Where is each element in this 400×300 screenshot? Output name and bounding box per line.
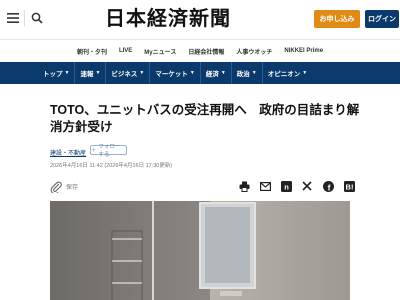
hatena-bookmark-icon[interactable]: B! [343,180,355,192]
print-icon[interactable] [238,180,250,192]
nav-item-market[interactable]: マーケット ▼ [149,62,199,84]
paperclip-icon[interactable] [50,180,62,195]
nav-item-opinion[interactable]: オピニオン ▼ [261,62,312,84]
svg-text:n: n [284,182,289,191]
site-logo[interactable]: 日本経済新聞 [105,6,255,30]
nav-item-label: オピニオン [267,71,301,78]
chevron-down-icon: ▼ [189,70,195,76]
sublink-my-news[interactable]: Myニュース [144,47,176,56]
secondary-links: 朝刊・夕刊 LIVE Myニュース 日経会社情報 人事ウオッチ NIKKEI P… [0,40,400,62]
save-label[interactable]: 保存 [66,182,78,191]
note-icon[interactable]: n [280,180,292,192]
nav-item-politics[interactable]: 政治 ▼ [230,62,262,84]
svg-text:f: f [327,182,330,192]
chevron-down-icon: ▼ [139,70,145,76]
menu-icon[interactable] [4,9,22,27]
follow-button[interactable]: ＋ フォローする [90,144,127,158]
login-button[interactable]: ログイン [365,10,399,28]
plus-icon: ＋ [91,148,97,154]
sublink-company-info[interactable]: 日経会社情報 [188,47,224,56]
nav-item-label: ビジネス [111,71,138,78]
sublink-personnel-watch[interactable]: 人事ウオッチ [236,47,272,56]
nav-item-label: トップ [43,71,63,78]
article-photo [50,201,350,300]
nav-item-business[interactable]: ビジネス ▼ [105,62,149,84]
sublink-nikkei-prime[interactable]: NIKKEI Prime [284,48,323,54]
main-nav: トップ ▼ 速報 ▼ ビジネス ▼ マーケット ▼ 経済 ▼ 政治 ▼ オピニオン ▼ [0,62,400,84]
nav-item-label: 経済 [205,71,219,78]
article-dateline: 2026年4月16日 11:42 (2026年4月16日 17:30更新) [50,163,173,169]
nav-item-breaking[interactable]: 速報 ▼ [74,62,105,84]
chevron-down-icon: ▼ [64,70,70,76]
search-icon[interactable] [28,9,46,27]
x-twitter-icon[interactable] [301,180,313,192]
nav-item-label: 速報 [80,71,94,78]
chevron-down-icon: ▼ [302,70,308,76]
category-link[interactable]: 建設・不動産 [50,148,86,157]
sublink-live[interactable]: LIVE [119,48,132,54]
follow-label: フォローする [98,144,121,158]
mail-icon[interactable] [259,180,271,192]
header-divider [24,10,25,26]
chevron-down-icon: ▼ [220,70,226,76]
nav-item-economy[interactable]: 経済 ▼ [199,62,231,84]
nav-item-label: マーケット [155,71,188,78]
nav-item-top[interactable]: トップ ▼ [38,62,74,84]
chevron-down-icon: ▼ [251,70,257,76]
sublink-morning-evening[interactable]: 朝刊・夕刊 [77,47,107,56]
article-headline: TOTO、ユニットバスの受注再開へ 政府の目詰まり解消方針受け [50,103,360,134]
article-toolbar: 保存 n f B! [50,180,360,195]
chevron-down-icon: ▼ [95,70,101,76]
nav-item-label: 政治 [236,71,250,78]
facebook-icon[interactable]: f [322,180,334,192]
signup-button[interactable]: お申し込み [314,10,360,28]
site-header: 日本経済新聞 お申し込み ログイン [0,0,400,40]
svg-text:B!: B! [345,182,353,191]
